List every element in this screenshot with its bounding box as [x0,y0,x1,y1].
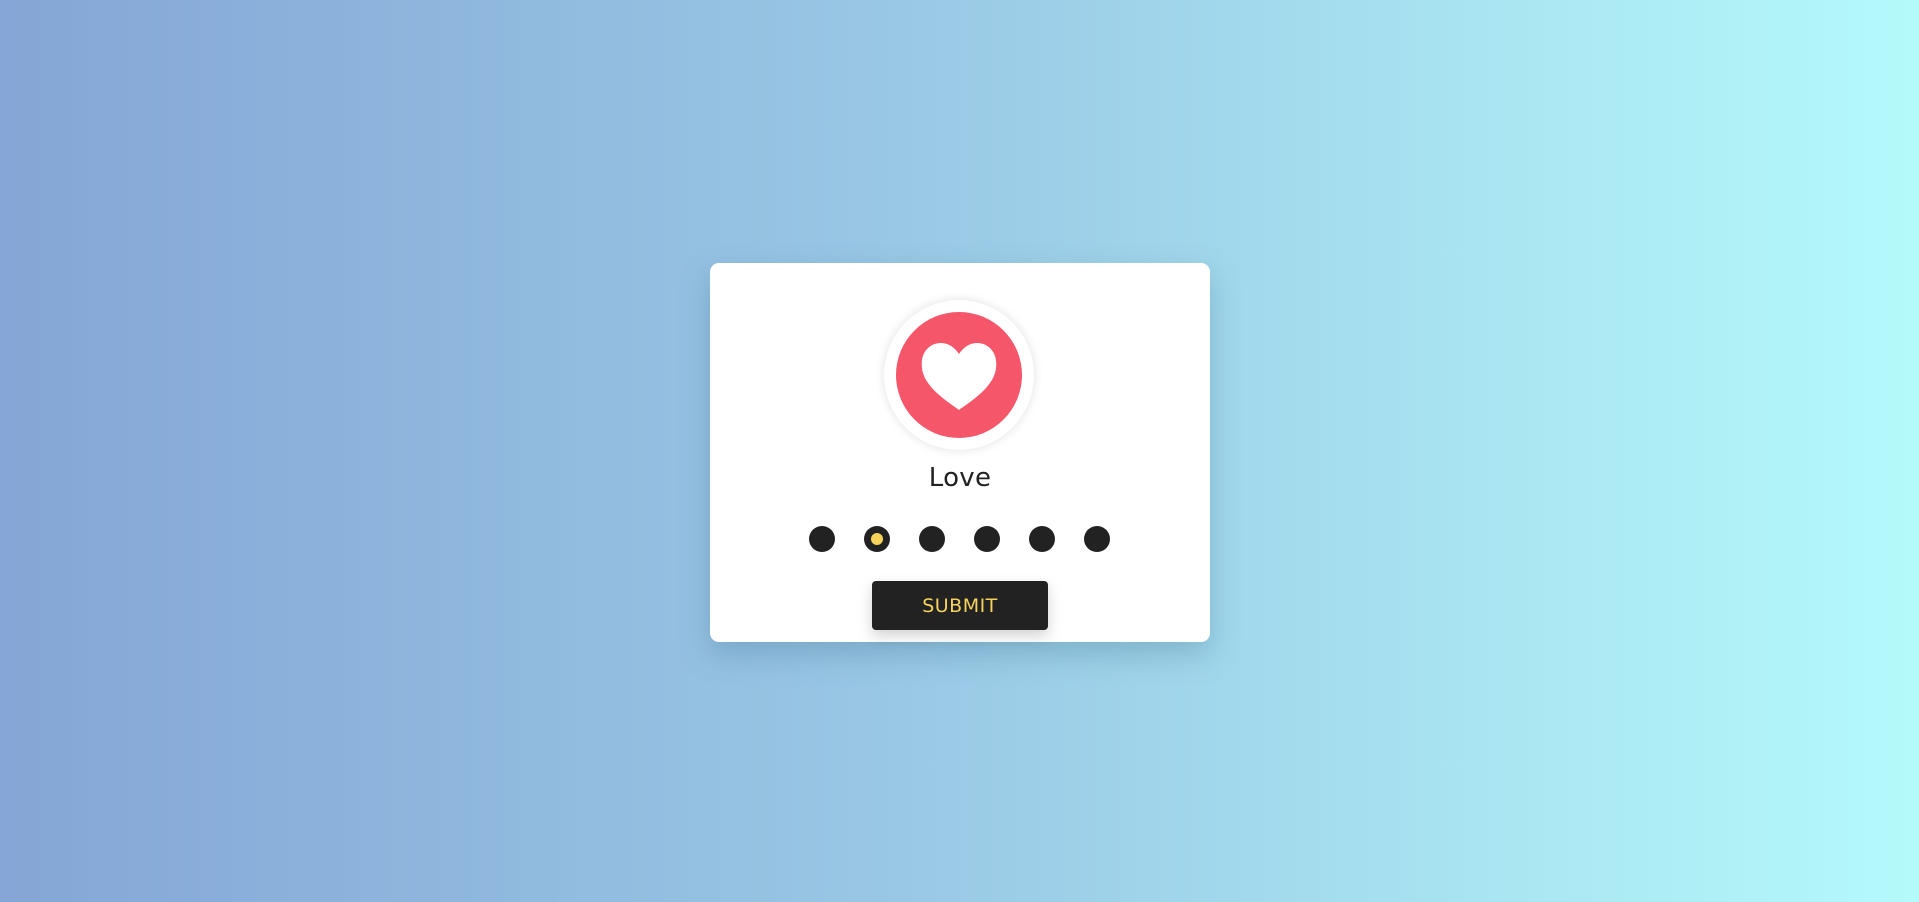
mood-label: Love [928,463,992,493]
rating-option-3[interactable] [919,526,945,552]
feedback-card: Love SUBMIT [710,263,1210,642]
rating-option-1[interactable] [809,526,835,552]
rating-option-2[interactable] [864,526,890,552]
emoji-circle [896,312,1022,438]
rating-option-6[interactable] [1084,526,1110,552]
selected-indicator [871,533,883,545]
emoji-badge [884,300,1034,450]
submit-button[interactable]: SUBMIT [872,581,1048,630]
heart-icon [921,343,997,410]
rating-option-5[interactable] [1029,526,1055,552]
rating-options [809,526,1119,552]
rating-option-4[interactable] [974,526,1000,552]
